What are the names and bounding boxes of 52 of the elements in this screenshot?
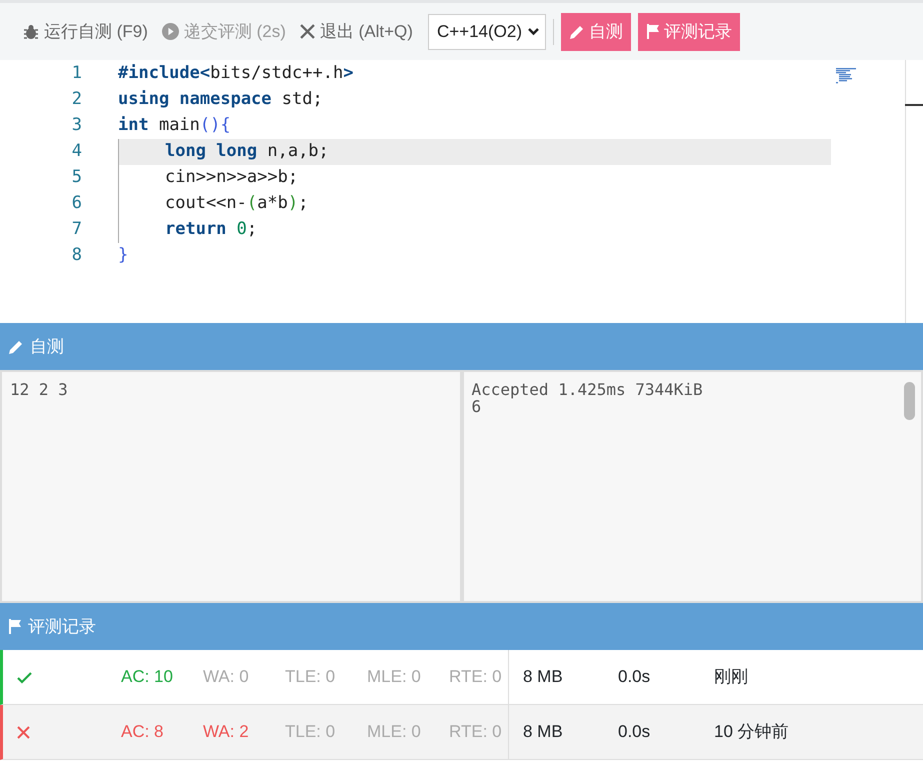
panel-title: 评测记录 — [28, 616, 96, 638]
line-number: 6 — [70, 192, 82, 216]
output-field[interactable]: Accepted 1.425ms 7344KiB 6 — [462, 370, 923, 603]
code-line: #include<bits/stdc++.h> — [118, 62, 354, 86]
when-text: 刚刚 — [714, 666, 748, 688]
result-count: MLE: 0 — [367, 667, 421, 686]
result-count: WA: 0 — [203, 667, 249, 686]
result-count: RTE: 0 — [449, 722, 502, 742]
pencil-icon — [568, 24, 585, 40]
result-count: MLE: 0 — [367, 722, 421, 742]
code-line: using namespace std; — [118, 88, 324, 112]
line-number: 2 — [70, 88, 82, 112]
toolbar-button[interactable]: 退出 (Alt+Q) — [292, 14, 420, 48]
result-count: AC: 10 — [121, 667, 173, 686]
play-icon — [162, 23, 179, 40]
scrollbar-thumb[interactable] — [904, 382, 915, 420]
check-icon — [17, 672, 32, 684]
result-count: AC: 8 — [121, 722, 164, 742]
memory-text: 8 MB — [523, 666, 563, 688]
caret-icon — [528, 28, 539, 36]
code-line: cout<<n-(a*b); — [118, 191, 831, 217]
language-select[interactable]: C++14(O2) — [428, 14, 546, 50]
result-count: RTE: 0 — [449, 667, 502, 686]
time-text: 0.0s — [618, 667, 650, 686]
code-line: return 0; — [118, 217, 831, 243]
flag-icon — [8, 619, 22, 634]
line-number: 5 — [70, 166, 82, 190]
panel-title: 自测 — [30, 336, 64, 358]
minimap-drawing — [836, 68, 858, 84]
bug-icon — [23, 24, 39, 40]
line-number: 4 — [70, 140, 82, 164]
code-line: cin>>n>>a>>b; — [118, 165, 831, 191]
result-count: TLE: 0 — [285, 722, 336, 742]
input-field[interactable]: 12 2 3 — [0, 370, 462, 603]
code-line: int main(){ — [118, 114, 232, 138]
flag-icon — [646, 24, 660, 39]
toolbar-button[interactable]: 运行自测 (F9) — [16, 14, 155, 48]
memory-text: 8 MB — [523, 721, 563, 744]
line-number: 8 — [70, 244, 82, 268]
time-text: 0.0s — [618, 722, 650, 742]
line-number: 3 — [70, 114, 82, 138]
line-number: 1 — [70, 62, 82, 86]
code-line: } — [118, 244, 130, 268]
close-icon — [300, 24, 315, 39]
when-text: 10 分钟前 — [714, 721, 789, 744]
cross-icon — [17, 726, 30, 740]
result-count: TLE: 0 — [285, 667, 336, 686]
record-row[interactable]: AC: 8 WA: 2 TLE: 0 MLE: 0 RTE: 0 8 MB 0.0s 10 分钟前 — [0, 705, 923, 760]
result-count: WA: 2 — [203, 722, 249, 742]
line-number: 7 — [70, 218, 82, 242]
pencil-icon — [8, 338, 24, 354]
scrollbar-thumb[interactable] — [905, 104, 923, 106]
